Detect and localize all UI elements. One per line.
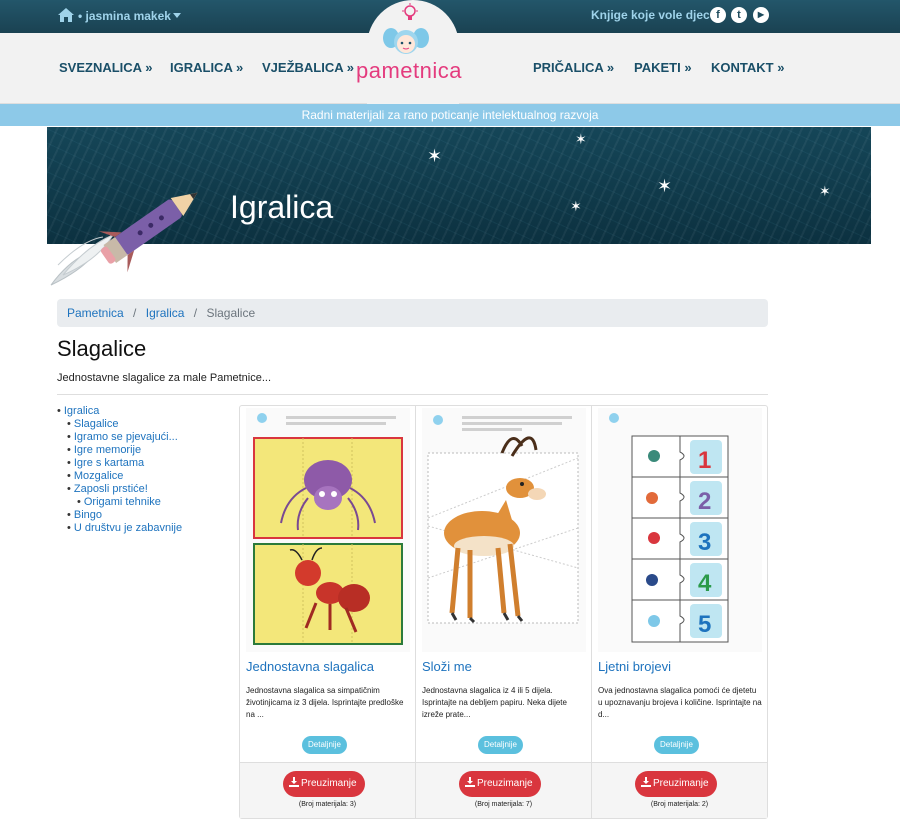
tree-item-igralica[interactable]: Igralica	[64, 405, 99, 417]
tree-item-igramo-se-pjevajuci[interactable]: Igramo se pjevajući...	[74, 431, 178, 443]
nav-igralica[interactable]: IGRALICA »	[170, 60, 243, 75]
download-icon	[641, 777, 651, 787]
star-icon: ✶	[570, 198, 582, 214]
download-button[interactable]: Preuzimanje	[635, 771, 717, 797]
breadcrumb-separator: /	[193, 306, 198, 320]
lightbulb-icon	[402, 3, 418, 20]
nav-kontakt[interactable]: KONTAKT »	[711, 60, 784, 75]
card-title[interactable]: Jednostavna slagalica	[246, 659, 374, 674]
nav-sveznalica[interactable]: SVEZNALICA »	[59, 60, 152, 75]
product-card: 1 2 3 4 5 Ljetni brojevi Ova jednostavna…	[592, 406, 768, 818]
star-icon: ✶	[427, 146, 443, 166]
svg-text:3: 3	[698, 529, 711, 556]
details-button[interactable]: Detaljnije	[302, 736, 347, 754]
download-icon	[289, 777, 299, 787]
download-label: Preuzimanje	[653, 778, 709, 789]
banner-title: Igralica	[230, 189, 334, 225]
breadcrumb-current: Slagalice	[206, 306, 256, 320]
product-card: Složi me Jednostavna slagalica iz 4 ili …	[416, 406, 592, 818]
tree-item-zaposli-prstice[interactable]: Zaposli prstiće!	[74, 483, 148, 495]
breadcrumb-home[interactable]: Pametnica	[67, 306, 124, 320]
card-description: Jednostavna slagalica sa simpatičnim živ…	[246, 686, 404, 719]
tagline: Radni materijali za rano poticanje intel…	[0, 104, 900, 126]
home-icon[interactable]	[57, 7, 75, 23]
tree-item-igre-s-kartama[interactable]: Igre s kartama	[74, 457, 144, 469]
material-count: (Broj materijala: 2)	[650, 801, 709, 808]
svg-text:2: 2	[698, 488, 711, 515]
twitter-icon[interactable]: t	[731, 7, 747, 23]
tree-item-mozgalice[interactable]: Mozgalice	[74, 470, 124, 482]
star-icon: ✶	[575, 131, 587, 147]
user-menu[interactable]: • jasmina makek	[78, 9, 171, 23]
logo-text[interactable]: pametnica	[356, 58, 462, 84]
category-tree: • Igralica • Slagalice • Igramo se pjevajuć…	[57, 405, 183, 534]
download-button[interactable]: Preuzimanje	[459, 771, 541, 797]
details-button[interactable]: Detaljnije	[654, 736, 699, 754]
page-title: Slagalice	[57, 336, 147, 361]
nav-vjezbalica[interactable]: VJEŽBALICA »	[262, 60, 354, 75]
page-description: Jednostavne slagalice za male Pametnice.…	[57, 372, 272, 384]
caret-down-icon[interactable]	[173, 13, 181, 18]
breadcrumb-parent[interactable]: Igralica	[146, 306, 185, 320]
product-card: Jednostavna slagalica Jednostavna slagal…	[240, 406, 416, 818]
tree-item-u-drustvu-je-zabavnije[interactable]: U društvu je zabavnije	[74, 522, 182, 534]
pencil-rocket-icon	[50, 192, 198, 286]
facebook-icon[interactable]: f	[710, 7, 726, 23]
svg-text:4: 4	[698, 570, 712, 597]
svg-text:1: 1	[698, 447, 711, 474]
download-icon	[465, 777, 475, 787]
tree-item-bingo[interactable]: Bingo	[74, 509, 102, 521]
tree-root: • Igralica	[57, 405, 100, 417]
books-link[interactable]: Knjige koje vole djecu	[591, 8, 717, 22]
tree-item-origami-tehnike[interactable]: Origami tehnike	[84, 496, 161, 508]
breadcrumb-separator: /	[133, 306, 137, 320]
card-description: Ova jednostavna slagalica pomoći će djet…	[598, 686, 762, 719]
breadcrumb: Pametnica / Igralica / Slagalice	[57, 299, 768, 327]
download-button[interactable]: Preuzimanje	[283, 771, 365, 797]
svg-text:5: 5	[698, 611, 711, 638]
card-thumbnail[interactable]	[422, 408, 586, 652]
nav-paketi[interactable]: PAKETI »	[634, 60, 692, 75]
user-name: jasmina makek	[85, 9, 171, 23]
material-count: (Broj materijala: 7)	[474, 801, 533, 808]
youtube-icon[interactable]: ▶	[753, 7, 769, 23]
card-title[interactable]: Ljetni brojevi	[598, 659, 671, 674]
tree-item-slagalice[interactable]: Slagalice	[74, 418, 119, 430]
card-title[interactable]: Složi me	[422, 659, 472, 674]
star-icon: ✶	[657, 176, 673, 196]
card-footer: Preuzimanje (Broj materijala: 7)	[416, 762, 591, 818]
star-icon: ✶	[819, 183, 831, 199]
card-footer: Preuzimanje (Broj materijala: 3)	[240, 762, 415, 818]
download-label: Preuzimanje	[477, 778, 533, 789]
details-button[interactable]: Detaljnije	[478, 736, 523, 754]
divider	[57, 394, 768, 395]
card-thumbnail[interactable]: 1 2 3 4 5	[598, 408, 762, 652]
card-thumbnail[interactable]	[246, 408, 410, 652]
product-grid: Jednostavna slagalica Jednostavna slagal…	[239, 405, 768, 819]
download-label: Preuzimanje	[301, 778, 357, 789]
card-footer: Preuzimanje (Broj materijala: 2)	[592, 762, 767, 818]
material-count: (Broj materijala: 3)	[298, 801, 357, 808]
nav-pricalica[interactable]: PRIČALICA »	[533, 60, 614, 75]
card-description: Jednostavna slagalica iz 4 ili 5 dijela.…	[422, 686, 567, 719]
logo-mascot-icon[interactable]	[383, 26, 429, 56]
tree-item-igre-memorije[interactable]: Igre memorije	[74, 444, 141, 456]
